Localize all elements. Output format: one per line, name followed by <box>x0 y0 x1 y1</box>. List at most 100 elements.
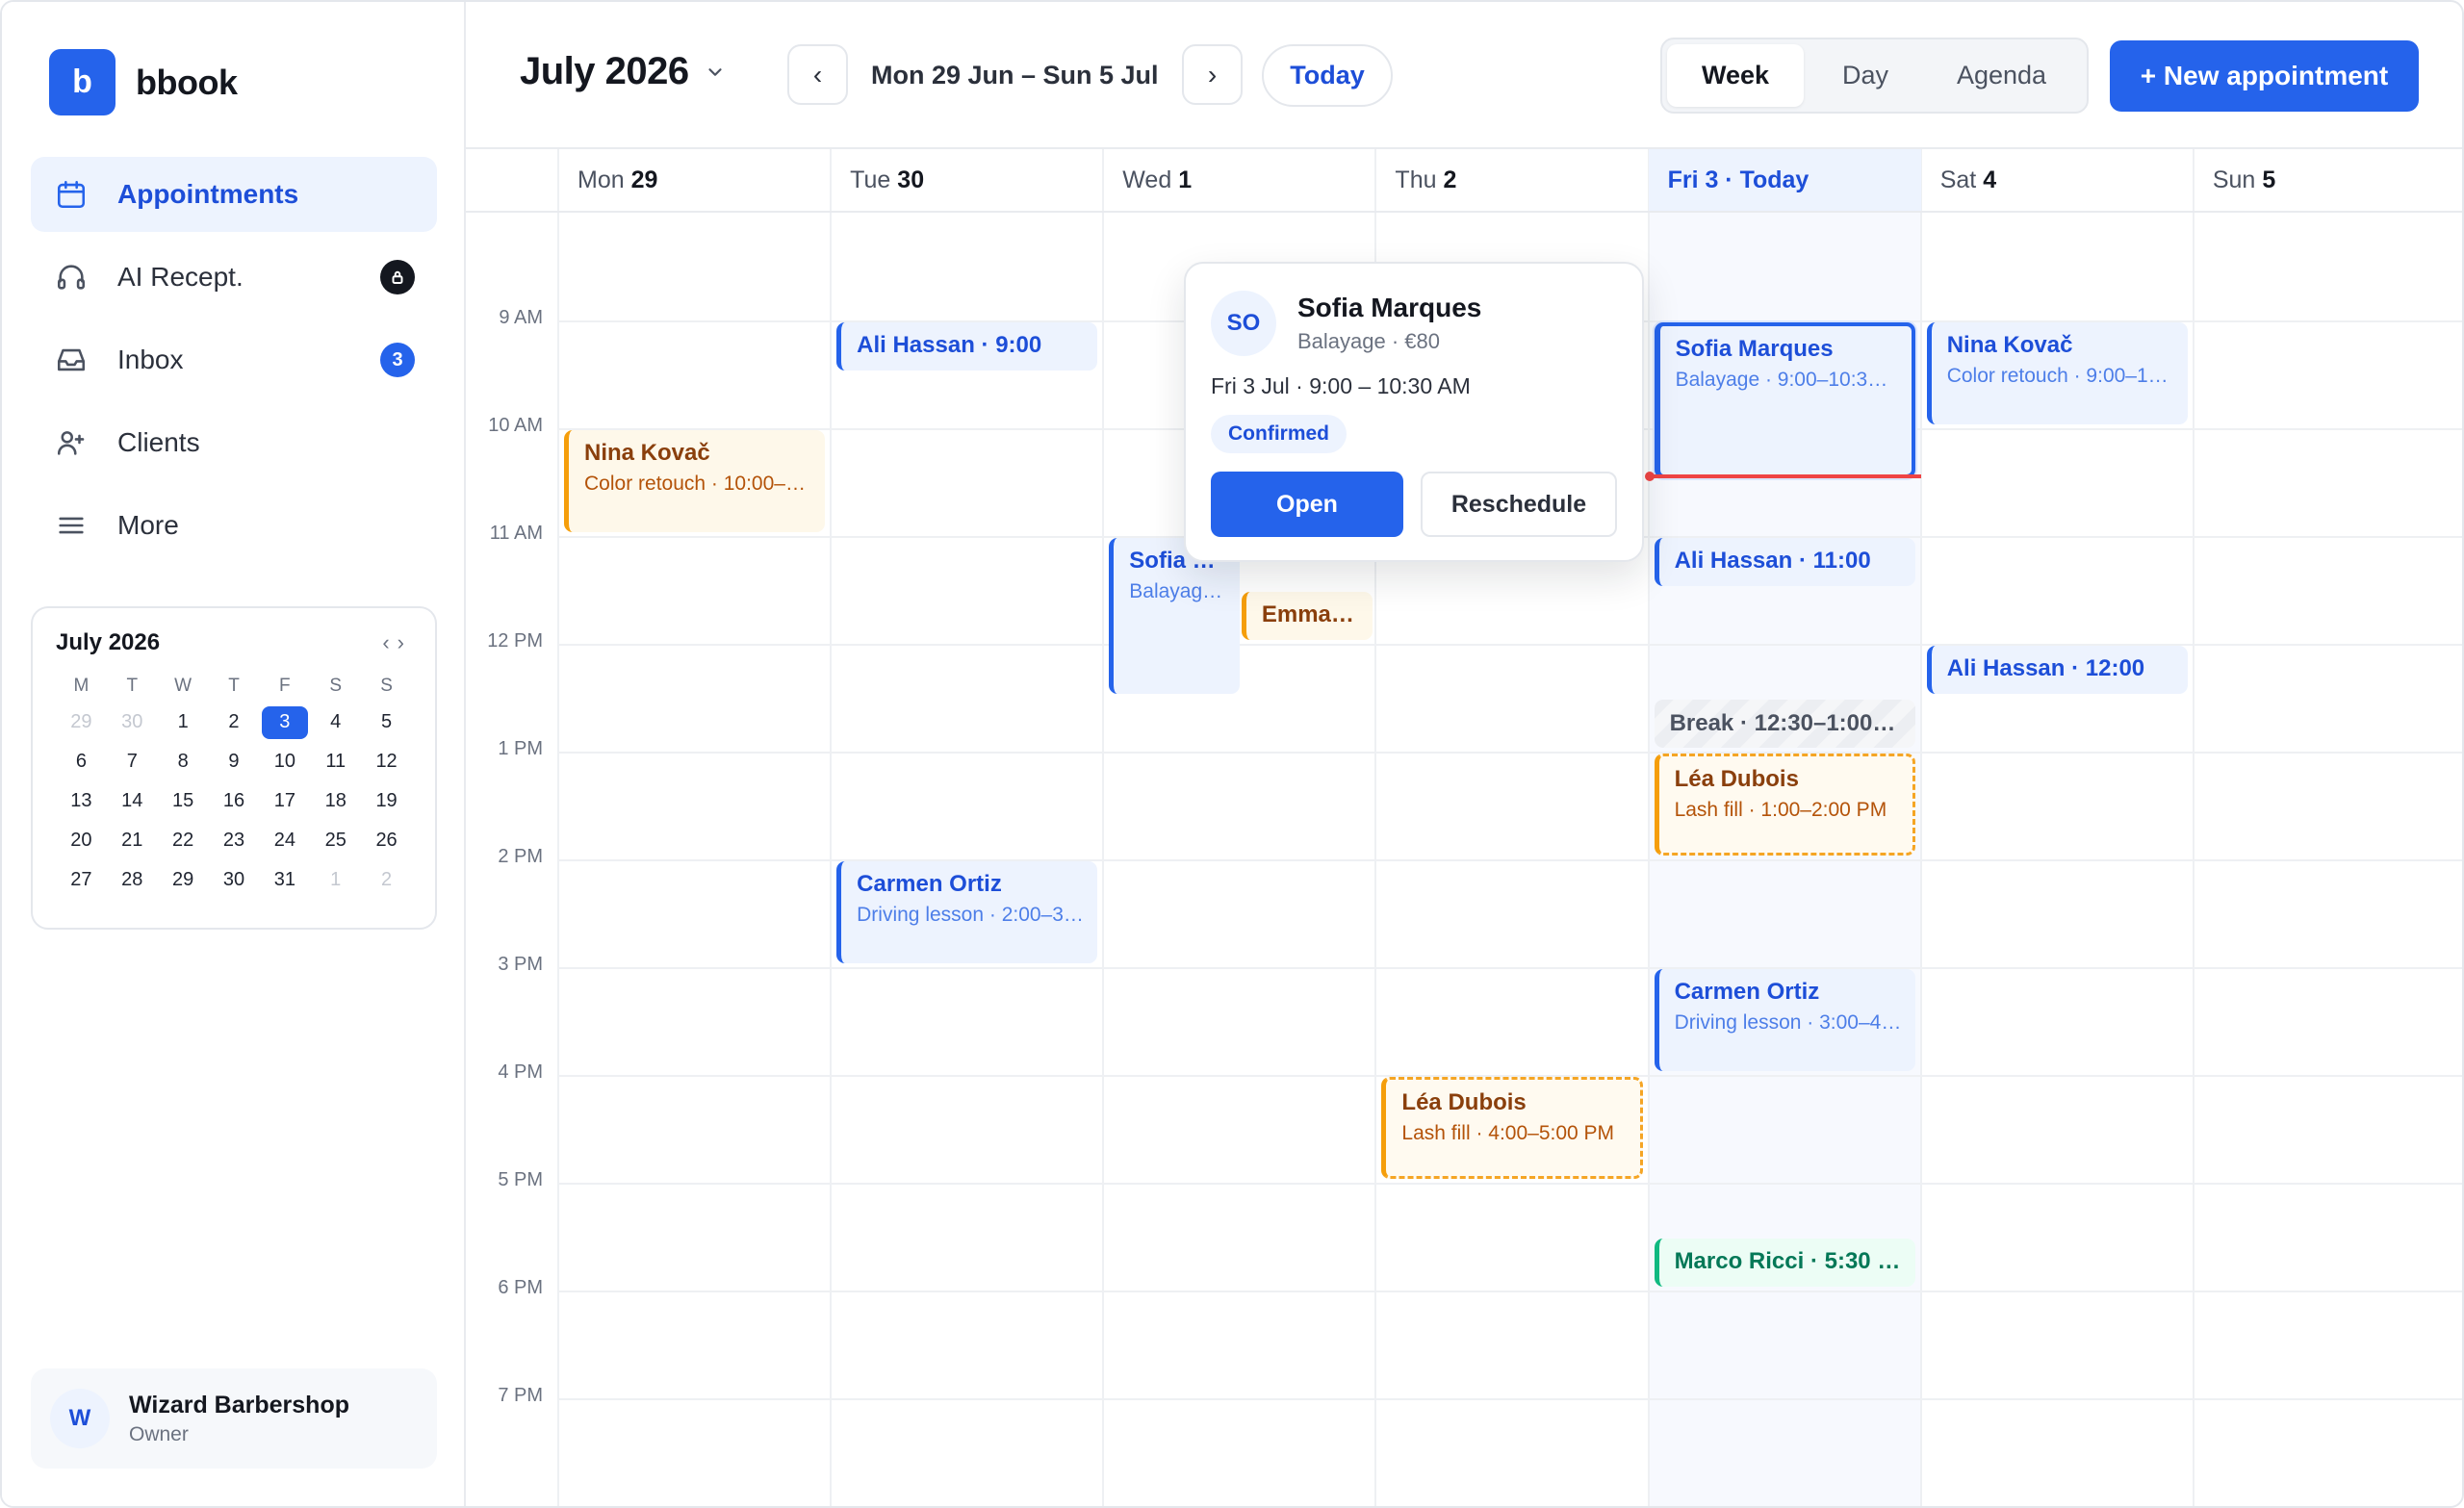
mini-calendar-day[interactable]: 28 <box>107 860 158 900</box>
hour-label: 7 PM <box>498 1385 543 1406</box>
sidebar-item-clients[interactable]: Clients <box>31 405 437 480</box>
appointment-card[interactable]: Sofia Marques Balayage · 9:00–10:30 AM <box>1654 322 1915 478</box>
appointment-card[interactable]: Emma Brown <box>1241 592 1373 640</box>
day-divider <box>1647 149 1650 1506</box>
mini-calendar-day[interactable]: 30 <box>107 703 158 742</box>
day-header[interactable]: Mon 29 <box>558 149 832 213</box>
tab-agenda[interactable]: Agenda <box>1927 44 2076 107</box>
sidebar-item-more[interactable]: More <box>31 488 437 563</box>
sidebar-item-inbox[interactable]: Inbox 3 <box>31 322 437 397</box>
mini-calendar-day[interactable]: 2 <box>361 860 412 900</box>
mini-calendar-day[interactable]: 22 <box>158 821 209 860</box>
mini-calendar-day[interactable]: 10 <box>259 742 310 781</box>
mini-calendar-day[interactable]: 14 <box>107 781 158 821</box>
sidebar-item-appointments[interactable]: Appointments <box>31 157 437 232</box>
appointment-title: Break · 12:30–1:00 PM <box>1669 710 1902 736</box>
mini-calendar-day[interactable]: 29 <box>158 860 209 900</box>
lock-icon <box>380 260 415 294</box>
popover-service: Balayage · €80 <box>1297 329 1440 353</box>
calendar-toolbar: July 2026 ‹ Mon 29 Jun – Sun 5 Jul › Tod… <box>466 2 2462 149</box>
mini-calendar: July 2026 ‹› M T W T F S S 29 30 1 2 3 4 5 6 7 8 9 10 11 12 1… <box>31 606 437 930</box>
mini-calendar-day[interactable]: 13 <box>56 781 107 821</box>
break-block: Break · 12:30–1:00 PM <box>1654 700 1915 748</box>
hour-gridline <box>558 752 2462 754</box>
headset-icon <box>54 260 89 294</box>
mini-calendar-next-button[interactable]: › <box>398 630 412 654</box>
appointment-title: Emma Brown <box>1261 601 1359 627</box>
day-header[interactable]: Fri 3 · Today <box>1648 149 1921 213</box>
appointment-card[interactable]: Carmen Ortiz Driving lesson · 2:00–3:00 P… <box>836 861 1098 963</box>
mini-calendar-day[interactable]: 24 <box>259 821 310 860</box>
appointment-details: Balayage · 11:00–12:30 PM <box>1129 580 1226 602</box>
mini-calendar-day[interactable]: 6 <box>56 742 107 781</box>
day-divider <box>830 149 833 1506</box>
mini-calendar-weekday: W <box>174 676 192 696</box>
mini-calendar-day[interactable]: 4 <box>310 703 361 742</box>
mini-calendar-day[interactable]: 25 <box>310 821 361 860</box>
day-header[interactable]: Wed 1 <box>1103 149 1376 213</box>
mini-calendar-day[interactable]: 21 <box>107 821 158 860</box>
appointment-card[interactable]: Nina Kovač Color retouch · 9:00–10:00 AM <box>1926 322 2188 424</box>
mini-calendar-day[interactable]: 18 <box>310 781 361 821</box>
day-header[interactable]: Thu 2 <box>1375 149 1649 213</box>
day-header[interactable]: Sun 5 <box>2193 149 2462 213</box>
brand[interactable]: b bbook <box>49 49 238 115</box>
month-picker[interactable]: July 2026 <box>520 50 726 93</box>
appointment-card[interactable]: Nina Kovač Color retouch · 10:00–11:00 AM <box>564 430 826 532</box>
mini-calendar-day[interactable]: 23 <box>209 821 260 860</box>
mini-calendar-day[interactable]: 9 <box>209 742 260 781</box>
status-badge: Confirmed <box>1211 415 1347 453</box>
mini-calendar-day[interactable]: 8 <box>158 742 209 781</box>
appointment-card[interactable]: Marco Ricci · 5:30 PM <box>1654 1239 1915 1287</box>
avatar: W <box>50 1389 110 1448</box>
appointment-details: Lash fill · 4:00–5:00 PM <box>1401 1122 1615 1144</box>
appointment-card[interactable]: Ali Hassan · 9:00 <box>836 322 1098 371</box>
tab-day[interactable]: Day <box>1804 44 1927 107</box>
mini-calendar-day[interactable]: 5 <box>361 703 412 742</box>
next-week-button[interactable]: › <box>1182 44 1243 105</box>
mini-calendar-day[interactable]: 27 <box>56 860 107 900</box>
mini-calendar-day[interactable]: 17 <box>259 781 310 821</box>
sidebar-item-ai-receptionist[interactable]: AI Recept. <box>31 240 437 315</box>
prev-week-button[interactable]: ‹ <box>787 44 848 105</box>
mini-calendar-day[interactable]: 26 <box>361 821 412 860</box>
mini-calendar-day[interactable]: 16 <box>209 781 260 821</box>
mini-calendar-day[interactable]: 12 <box>361 742 412 781</box>
hour-gridline <box>558 1291 2462 1292</box>
mini-calendar-day[interactable]: 11 <box>310 742 361 781</box>
reschedule-button[interactable]: Reschedule <box>1421 472 1617 537</box>
app-window: b bbook Appointments AI Recept. Inbox 3 … <box>0 0 2464 1508</box>
mini-calendar-day[interactable]: 20 <box>56 821 107 860</box>
account-card[interactable]: W Wizard Barbershop Owner <box>31 1368 437 1469</box>
mini-calendar-day[interactable]: 3 <box>259 703 310 742</box>
mini-calendar-day[interactable]: 31 <box>259 860 310 900</box>
day-header[interactable]: Tue 30 <box>831 149 1104 213</box>
mini-calendar-prev-button[interactable]: ‹ <box>382 630 397 654</box>
new-appointment-button[interactable]: + New appointment <box>2110 40 2419 112</box>
appointment-title: Nina Kovač <box>584 440 710 466</box>
mini-calendar-day[interactable]: 15 <box>158 781 209 821</box>
mini-calendar-nav: ‹› <box>382 630 412 655</box>
appointment-card[interactable]: Carmen Ortiz Driving lesson · 3:00–4:00 P… <box>1654 969 1915 1071</box>
mini-calendar-day[interactable]: 1 <box>158 703 209 742</box>
popover-client-name: Sofia Marques <box>1297 293 1482 322</box>
day-header[interactable]: Sat 4 <box>1920 149 2194 213</box>
appointment-card[interactable]: Ali Hassan · 12:00 <box>1926 646 2188 694</box>
mini-calendar-day[interactable]: 2 <box>209 703 260 742</box>
appointment-card[interactable]: Léa Dubois Lash fill · 4:00–5:00 PM <box>1381 1077 1643 1179</box>
open-button[interactable]: Open <box>1211 472 1403 537</box>
mini-calendar-day[interactable]: 30 <box>209 860 260 900</box>
mini-calendar-day[interactable]: 1 <box>310 860 361 900</box>
inbox-icon <box>54 343 89 377</box>
hour-gridline <box>558 1183 2462 1185</box>
today-button[interactable]: Today <box>1262 44 1393 107</box>
hour-label: 10 AM <box>488 415 543 436</box>
tab-week[interactable]: Week <box>1667 44 1804 107</box>
mini-calendar-day[interactable]: 7 <box>107 742 158 781</box>
appointment-card[interactable]: Léa Dubois Lash fill · 1:00–2:00 PM <box>1654 754 1915 856</box>
appointment-details: Driving lesson · 3:00–4:00 PM <box>1674 1011 1902 1034</box>
mini-calendar-day[interactable]: 19 <box>361 781 412 821</box>
popover-time: Fri 3 Jul · 9:00 – 10:30 AM <box>1211 373 1471 398</box>
appointment-card[interactable]: Ali Hassan · 11:00 <box>1654 538 1915 586</box>
mini-calendar-day[interactable]: 29 <box>56 703 107 742</box>
